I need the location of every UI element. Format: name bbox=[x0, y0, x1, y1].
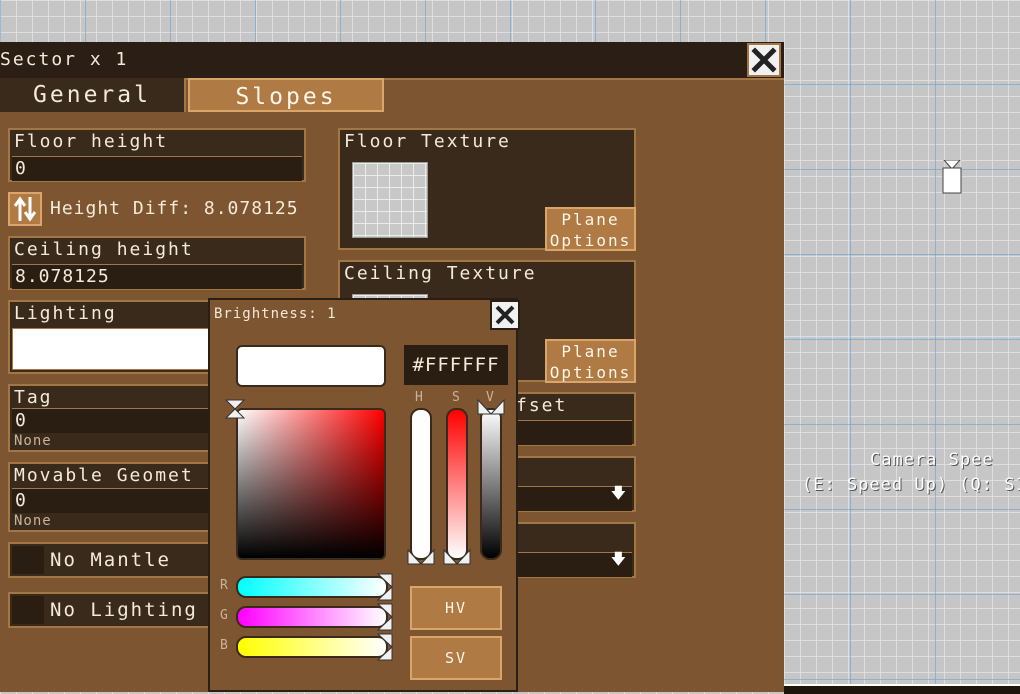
saturation-slider-handle-icon[interactable] bbox=[442, 548, 472, 566]
hue-slider[interactable] bbox=[410, 408, 432, 560]
movable-geometry-label: Movable Geomet bbox=[14, 465, 194, 486]
saturation-value-picker[interactable] bbox=[236, 408, 386, 560]
red-slider[interactable] bbox=[236, 576, 388, 598]
no-mantle-checkbox[interactable] bbox=[12, 546, 44, 574]
dropdown-arrow-icon: 🡇 bbox=[610, 550, 626, 568]
floor-height-label: Floor height bbox=[14, 131, 169, 152]
color-picker-title: Brightness: 1 bbox=[214, 306, 337, 322]
floor-plane-options-button[interactable]: Plane Options bbox=[545, 207, 636, 251]
tag-sub-label: None bbox=[14, 433, 52, 449]
swap-heights-button[interactable] bbox=[8, 192, 42, 226]
green-channel-label: G bbox=[220, 608, 228, 623]
green-slider-handle-icon[interactable] bbox=[376, 602, 394, 632]
close-color-picker-button[interactable] bbox=[490, 300, 520, 330]
tag-label: Tag bbox=[14, 387, 53, 408]
red-slider-handle-icon[interactable] bbox=[376, 572, 394, 602]
no-lighting-checkbox[interactable] bbox=[12, 596, 44, 624]
no-mantle-label: No Mantle bbox=[50, 549, 171, 571]
hue-slider-handle-icon[interactable] bbox=[406, 548, 436, 566]
hue-channel-label: H bbox=[415, 390, 423, 405]
red-channel-label: R bbox=[220, 578, 228, 593]
saturation-slider[interactable] bbox=[446, 408, 468, 560]
close-icon bbox=[751, 47, 777, 73]
ceiling-height-field: Ceiling height 8.078125 bbox=[8, 236, 306, 290]
blue-slider-handle-icon[interactable] bbox=[376, 632, 394, 662]
camera-speed-label: Camera Spee bbox=[870, 450, 994, 470]
swap-arrows-icon bbox=[13, 196, 37, 222]
lighting-label: Lighting bbox=[14, 303, 117, 324]
tab-general[interactable]: General bbox=[0, 78, 186, 112]
movable-geometry-sub-label: None bbox=[14, 513, 52, 529]
value-slider[interactable] bbox=[480, 408, 502, 560]
tab-slopes[interactable]: Slopes bbox=[188, 78, 384, 112]
sv-mode-button[interactable]: SV bbox=[410, 636, 502, 680]
ceiling-height-input[interactable]: 8.078125 bbox=[12, 264, 302, 289]
ceiling-height-label: Ceiling height bbox=[14, 239, 194, 260]
panel-title: Sector x 1 bbox=[0, 49, 129, 70]
close-panel-button[interactable] bbox=[747, 43, 781, 77]
floor-texture-label: Floor Texture bbox=[344, 131, 511, 152]
blue-slider[interactable] bbox=[236, 636, 388, 658]
camera-speed-hint: (E: Speed Up) (Q: S1 bbox=[802, 475, 1020, 495]
height-diff-label: Height Diff: 8.078125 bbox=[50, 198, 299, 219]
ceiling-plane-options-button[interactable]: Plane Options bbox=[545, 339, 636, 383]
hv-mode-button[interactable]: HV bbox=[410, 586, 502, 630]
camera-object-icon[interactable] bbox=[942, 160, 962, 194]
close-icon bbox=[495, 305, 515, 325]
value-slider-handle-icon[interactable] bbox=[476, 398, 506, 416]
hex-color-input[interactable]: #FFFFFF bbox=[404, 345, 508, 385]
green-slider[interactable] bbox=[236, 606, 388, 628]
color-preview-swatch bbox=[236, 345, 386, 387]
sv-picker-handle-icon[interactable] bbox=[224, 398, 246, 420]
saturation-channel-label: S bbox=[452, 390, 460, 405]
dropdown-arrow-icon: 🡇 bbox=[610, 484, 626, 502]
floor-texture-thumbnail[interactable] bbox=[352, 162, 428, 238]
blue-channel-label: B bbox=[220, 638, 228, 653]
no-lighting-label: No Lighting bbox=[50, 599, 198, 621]
panel-titlebar[interactable]: Sector x 1 bbox=[0, 42, 784, 80]
floor-height-input[interactable]: 0 bbox=[12, 156, 302, 181]
viewport-bottom-bar bbox=[784, 684, 1020, 694]
color-picker-popup: Brightness: 1 #FFFFFF H S V R G B HV SV bbox=[208, 298, 520, 692]
floor-height-field: Floor height 0 bbox=[8, 128, 306, 182]
offset-label: fset bbox=[516, 395, 568, 416]
ceiling-texture-label: Ceiling Texture bbox=[344, 263, 537, 284]
